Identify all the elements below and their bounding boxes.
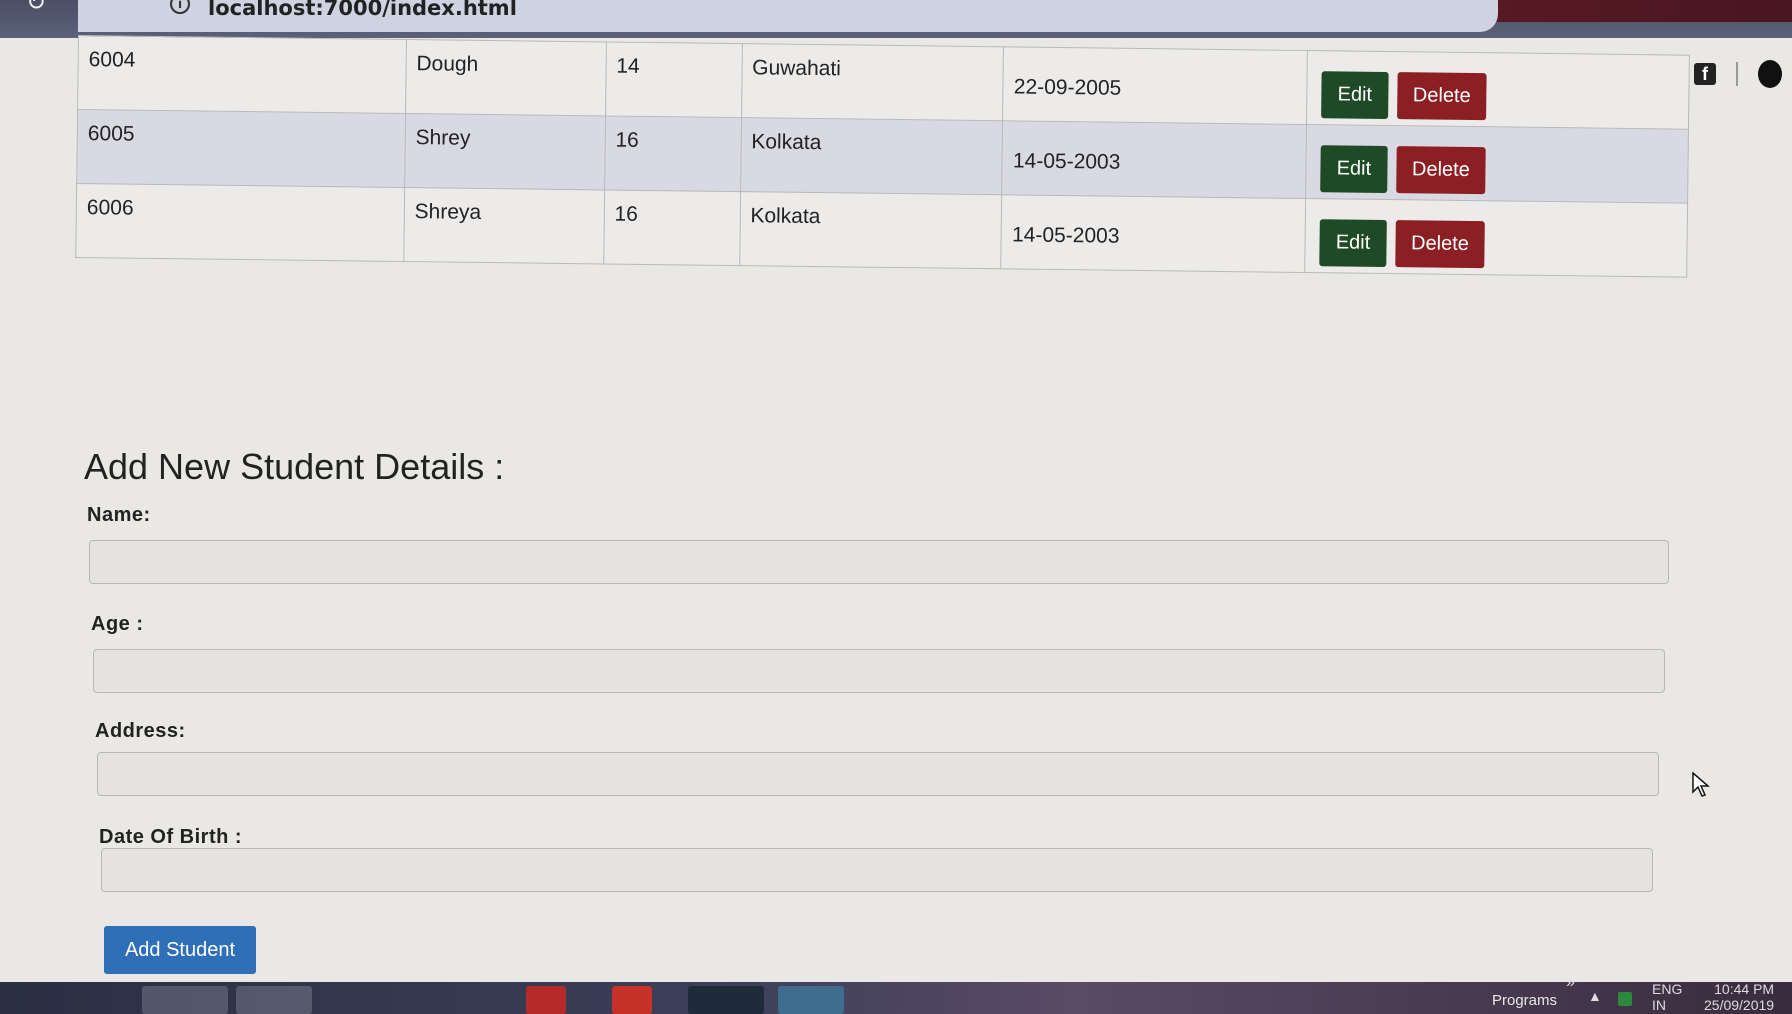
cell-dob: 14-05-2003 [1002,120,1307,199]
cell-age: 16 [604,115,742,192]
cell-age: 14 [605,41,743,118]
cell-id: 6006 [75,183,405,262]
toolbar-expand-icon[interactable]: » [1566,974,1575,992]
cell-dob: 22-09-2005 [1002,46,1308,125]
tray-arrow-icon[interactable]: ▲ [1588,988,1602,1004]
taskbar-app-button[interactable] [526,986,566,1014]
taskbar-app-button[interactable] [612,986,652,1014]
cell-name: Shrey [404,113,606,190]
delete-button[interactable]: Delete [1396,72,1487,121]
cell-id: 6005 [76,109,406,188]
edit-button[interactable]: Edit [1319,219,1387,267]
add-student-button[interactable]: Add Student [104,926,256,974]
taskbar-app-button[interactable] [236,986,312,1014]
cell-actions: Edit Delete [1306,50,1690,130]
dob-label: Date Of Birth : [99,826,243,848]
age-field[interactable] [93,649,1665,693]
reload-icon[interactable]: ↻ [26,0,48,15]
toolbar-divider [1736,62,1738,86]
language-indicator[interactable]: ENG IN [1652,981,1682,1013]
lang-code: ENG [1652,981,1683,997]
name-label: Name: [87,504,151,526]
edit-button[interactable]: Edit [1320,145,1388,194]
age-label: Age : [91,613,144,635]
clock-time: 10:44 PM [1714,981,1775,997]
students-table: 6004 Dough 14 Guwahati 22-09-2005 Edit D… [75,35,1690,278]
cell-address: Kolkata [740,117,1003,195]
form-title: Add New Student Details : [84,445,505,487]
browser-toolbar: i localhost:7000/index.html ↻ [0,0,1792,38]
cell-id: 6004 [77,35,407,114]
cell-age: 16 [603,189,741,266]
cell-name: Shreya [403,187,605,264]
delete-button[interactable]: Delete [1394,220,1486,269]
info-icon[interactable]: i [170,0,190,14]
delete-button[interactable]: Delete [1395,146,1487,195]
avatar-icon[interactable] [1758,60,1782,88]
taskbar-app-button[interactable] [688,986,764,1014]
cell-actions: Edit Delete [1304,198,1688,278]
taskbar-app-button[interactable] [142,986,228,1014]
cell-actions: Edit Delete [1305,124,1689,204]
url-text[interactable]: localhost:7000/index.html [208,0,517,20]
network-icon[interactable] [1618,992,1632,1006]
cell-dob: 14-05-2003 [1001,194,1306,273]
dob-field[interactable] [101,848,1653,892]
cell-name: Dough [405,39,607,116]
facebook-icon[interactable]: f [1694,63,1716,85]
region-code: IN [1652,997,1666,1013]
address-field[interactable] [97,752,1659,796]
taskbar: » Programs ▲ ENG IN 10:44 PM 25/09/2019 [0,974,1792,1014]
programs-toolbar[interactable]: Programs [1492,992,1557,1009]
cell-address: Kolkata [739,191,1003,269]
taskbar-app-button[interactable] [778,986,844,1014]
mouse-cursor-icon [1692,772,1710,797]
address-label: Address: [95,720,186,742]
cell-address: Guwahati [741,43,1004,121]
edit-button[interactable]: Edit [1321,71,1389,120]
address-bar[interactable]: i localhost:7000/index.html [78,0,1498,32]
system-clock[interactable]: 10:44 PM 25/09/2019 [1704,981,1774,1013]
name-field[interactable] [89,540,1669,584]
clock-date: 25/09/2019 [1704,997,1775,1013]
